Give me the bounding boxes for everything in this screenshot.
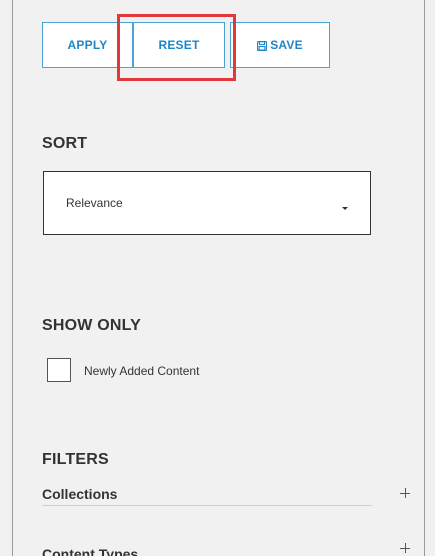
filter-collections-label[interactable]: Collections <box>42 486 117 502</box>
filter-content-types-label[interactable]: Content Types <box>42 546 138 556</box>
apply-button[interactable]: APPLY <box>42 22 133 68</box>
save-button[interactable]: SAVE <box>230 22 330 68</box>
save-icon <box>257 40 268 52</box>
sort-heading: SORT <box>42 135 88 152</box>
filter-panel: APPLY RESET SAVE SORT Relevance SHOW ONL… <box>0 0 435 556</box>
newly-added-checkbox[interactable] <box>47 358 71 382</box>
filters-heading: FILTERS <box>42 451 109 468</box>
save-button-label: SAVE <box>270 38 303 52</box>
show-only-heading: SHOW ONLY <box>42 317 141 334</box>
sort-dropdown[interactable]: Relevance <box>43 171 371 235</box>
panel-left-border <box>12 0 13 556</box>
chevron-down-icon <box>342 207 348 210</box>
apply-button-label: APPLY <box>67 38 108 52</box>
filter-divider <box>42 505 372 506</box>
panel-right-border <box>424 0 425 556</box>
reset-button-label: RESET <box>158 38 200 52</box>
plus-icon[interactable] <box>400 488 410 498</box>
newly-added-label[interactable]: Newly Added Content <box>84 364 199 378</box>
plus-icon[interactable] <box>400 543 410 553</box>
reset-button[interactable]: RESET <box>133 22 225 68</box>
sort-dropdown-value: Relevance <box>66 196 123 210</box>
